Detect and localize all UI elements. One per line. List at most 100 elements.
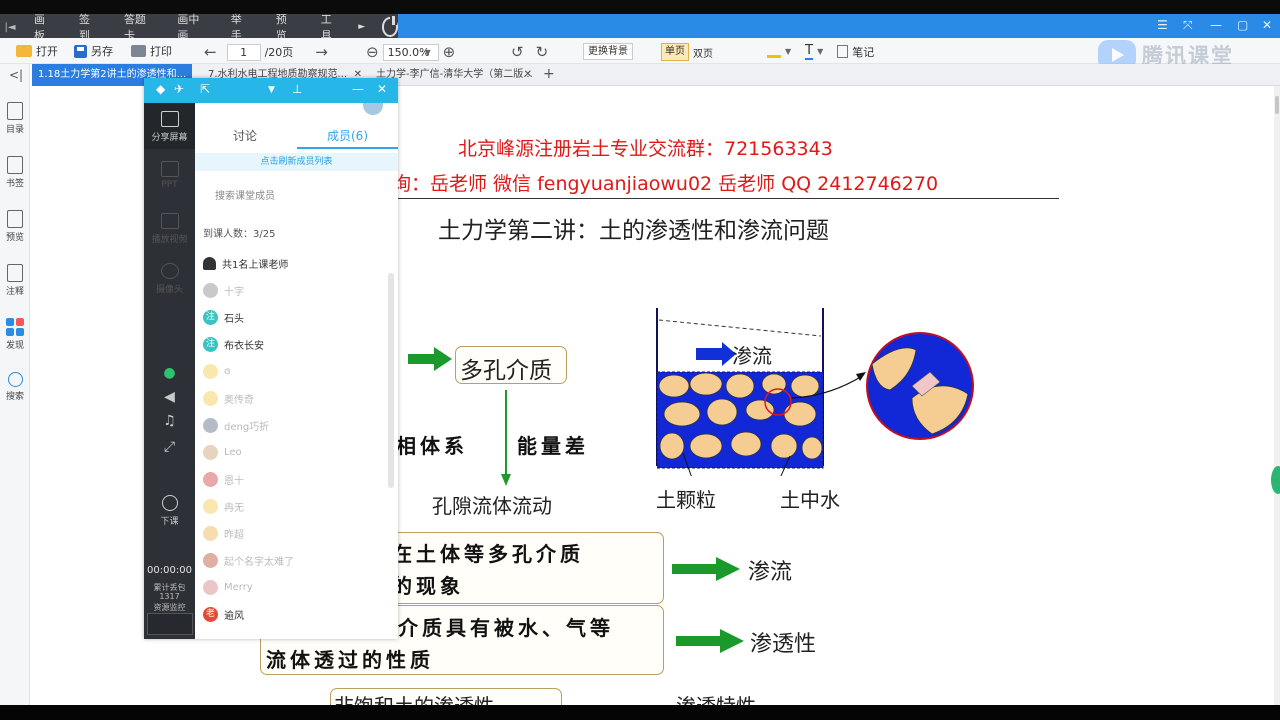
- share-screen-icon: [160, 111, 179, 127]
- active-tab-underline: [297, 147, 398, 149]
- notes-button[interactable]: 笔记: [852, 44, 874, 60]
- member-row[interactable]: 注 布衣长安: [203, 337, 264, 352]
- members-pane: 讨论 成员(6) 点击刷新成员列表 搜索课堂成员 到课人数：3/25 共1名上课…: [195, 103, 398, 639]
- menu-icon[interactable]: ☰: [1157, 18, 1168, 32]
- print-label: 打印: [150, 45, 172, 58]
- sidebar-item-search[interactable]: 搜索: [0, 372, 30, 402]
- side-assistant-icon[interactable]: [1271, 466, 1280, 494]
- pin-window-icon[interactable]: ✈: [174, 82, 184, 96]
- avatar: [203, 499, 218, 514]
- shirt-icon[interactable]: ◆: [156, 82, 165, 96]
- expand-icon[interactable]: ⤢: [144, 439, 195, 455]
- sidebar-item-contents[interactable]: 目录: [0, 102, 30, 135]
- prev-page-icon[interactable]: ←: [204, 43, 217, 61]
- camera-button[interactable]: 摄像头: [144, 263, 195, 295]
- single-page-button[interactable]: 单页: [661, 43, 689, 61]
- tab-discussion[interactable]: 讨论: [233, 127, 257, 144]
- member-row[interactable]: 老 逾风: [203, 607, 244, 622]
- member-row[interactable]: ɞ: [203, 364, 231, 379]
- highlighter-icon[interactable]: [767, 46, 781, 58]
- collapse-sidebar-icon[interactable]: <|: [9, 68, 23, 82]
- sidebar-item-preview[interactable]: 预览: [0, 210, 30, 243]
- save-as-button[interactable]: 另存: [74, 43, 113, 59]
- tab-members[interactable]: 成员(6): [327, 127, 368, 144]
- soil-particle-label: 土颗粒: [656, 488, 716, 512]
- rotate-right-icon[interactable]: ↻: [536, 43, 549, 61]
- minimize-icon[interactable]: —: [1210, 18, 1222, 32]
- close-panel-icon[interactable]: ✕: [377, 82, 387, 96]
- sidebar-item-bookmarks[interactable]: 书签: [0, 156, 30, 189]
- panel-tabs: 讨论 成员(6): [195, 103, 398, 153]
- reader-sidebar: <| 目录 书签 预览 注释 发现 搜索: [0, 64, 30, 705]
- play-icon[interactable]: ►: [352, 22, 372, 32]
- member-name: 布衣长安: [224, 341, 264, 352]
- member-row[interactable]: 昨超: [203, 526, 244, 541]
- member-row[interactable]: 注 石头: [203, 310, 244, 325]
- members-scrollbar[interactable]: [388, 273, 394, 488]
- page-total: /20页: [264, 46, 294, 59]
- refresh-members-link[interactable]: 点击刷新成员列表: [195, 153, 398, 171]
- fullscreen-icon[interactable]: ⤧: [1183, 18, 1193, 33]
- dropdown-icon[interactable]: ▼: [268, 85, 275, 95]
- microphone-icon[interactable]: ●: [144, 365, 195, 381]
- minimize-panel-icon[interactable]: —: [352, 82, 364, 96]
- scroll-thumb[interactable]: [1275, 96, 1279, 114]
- porous-media-label: 多孔介质: [460, 358, 552, 384]
- share-screen-button[interactable]: 分享屏幕: [144, 103, 195, 149]
- double-page-button[interactable]: 双页: [693, 45, 713, 60]
- speaker-icon[interactable]: ◀: [144, 389, 195, 405]
- seepage-definition-line1: 体在土体等多孔介质: [368, 542, 584, 566]
- maximize-icon[interactable]: ▢: [1237, 18, 1248, 32]
- popout-icon[interactable]: ⇱: [200, 82, 210, 96]
- music-icon[interactable]: ♫: [144, 413, 195, 429]
- zoom-in-icon[interactable]: ⊕: [443, 43, 456, 61]
- member-name: ɞ: [224, 366, 231, 377]
- pushpin-icon[interactable]: ⊥: [292, 82, 302, 96]
- change-background-select[interactable]: 更换背景: [583, 43, 633, 60]
- member-row[interactable]: Merry: [203, 580, 253, 595]
- power-icon[interactable]: [381, 16, 398, 37]
- header-divider: [395, 198, 1059, 199]
- new-tab-icon[interactable]: +: [543, 66, 555, 82]
- print-button[interactable]: 打印: [131, 43, 172, 59]
- ppt-button[interactable]: PPT: [144, 161, 195, 190]
- soil-water-label: 土中水: [780, 488, 840, 512]
- next-page-icon[interactable]: →: [315, 43, 328, 61]
- zoom-out-icon[interactable]: ⊖: [366, 43, 379, 61]
- annotation-icon: [7, 264, 23, 282]
- zoom-chevron-icon: ▼: [424, 47, 431, 57]
- member-row[interactable]: 奥传奇: [203, 391, 254, 406]
- lecture-heading: 土力学第二讲：土的渗透性和渗流问题: [438, 218, 829, 244]
- seepage-label: 渗流: [732, 344, 772, 368]
- avatar: [203, 553, 218, 568]
- resource-monitor-label[interactable]: 资源监控: [144, 602, 195, 613]
- member-row[interactable]: 冉无: [203, 499, 244, 514]
- sidebar-item-annotations[interactable]: 注释: [0, 264, 30, 297]
- collapse-bar-icon[interactable]: |◄: [0, 22, 20, 33]
- save-as-label: 另存: [91, 45, 113, 58]
- permeability-properties-text: 渗透特性: [676, 690, 756, 705]
- text-tool-icon[interactable]: T: [805, 43, 814, 60]
- teacher-count-text: 共1名上课老师: [222, 260, 289, 271]
- document-scrollbar[interactable]: [1274, 86, 1280, 705]
- member-row[interactable]: 十字: [203, 283, 244, 298]
- play-video-button[interactable]: 播放视频: [144, 213, 195, 245]
- open-button[interactable]: 打开: [16, 43, 58, 59]
- sidebar-item-discover[interactable]: 发现: [0, 318, 30, 351]
- end-class-button[interactable]: 下课: [144, 495, 195, 527]
- member-row[interactable]: 起个名字太难了: [203, 553, 294, 568]
- sidebar-item-label: 发现: [5, 341, 24, 351]
- rotate-left-icon[interactable]: ↺: [511, 43, 524, 61]
- note-icon: [837, 45, 849, 58]
- member-row[interactable]: deng巧折: [203, 418, 269, 433]
- member-search-input[interactable]: 搜索课堂成员: [215, 187, 275, 202]
- close-icon[interactable]: ✕: [1262, 18, 1272, 32]
- member-row[interactable]: Leo: [203, 445, 242, 460]
- contact-banner: 询：岳老师 微信 fengyuanjiaowu02 岳老师 QQ 2412746…: [392, 173, 939, 195]
- member-row[interactable]: 恩十: [203, 472, 244, 487]
- close-tab-icon[interactable]: ✕: [524, 64, 532, 86]
- text-chevron-icon[interactable]: ▼: [817, 47, 823, 56]
- resource-monitor-graph: [147, 613, 193, 635]
- page-number-input[interactable]: 1: [226, 43, 261, 61]
- highlighter-chevron-icon[interactable]: ▼: [785, 47, 791, 56]
